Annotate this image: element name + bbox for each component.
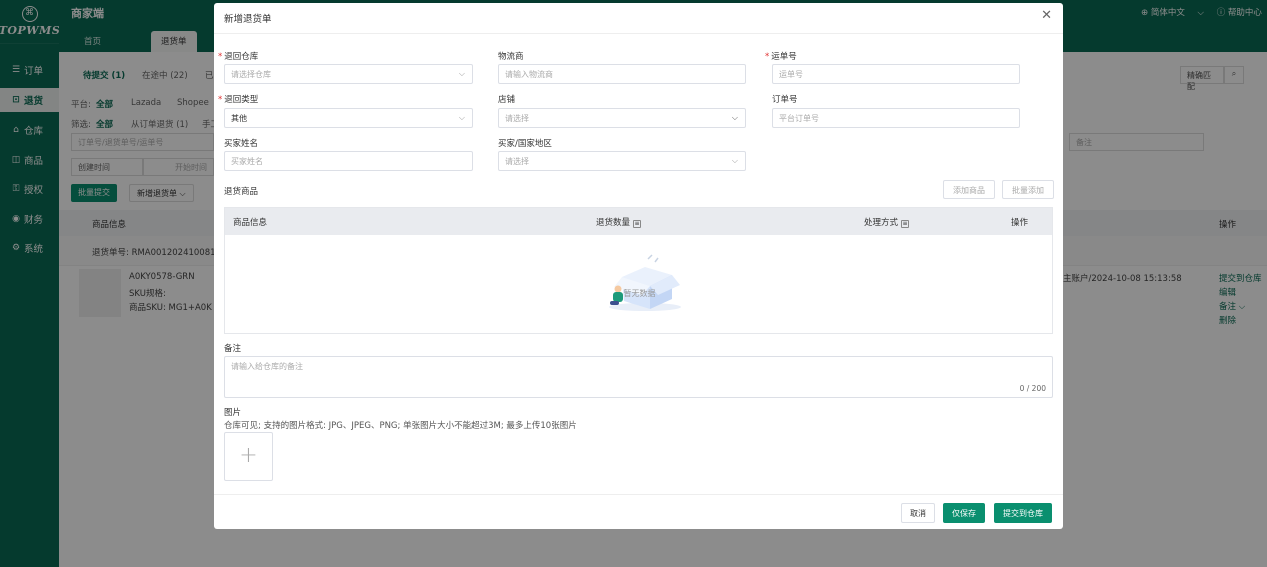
remark-label: 备注 <box>224 344 242 354</box>
close-icon[interactable]: ✕ <box>1041 9 1052 22</box>
tracking-no-label: * 运单号 <box>765 52 797 62</box>
add-product-button[interactable]: 添加商品 <box>943 180 995 199</box>
images-label: 图片 <box>224 408 242 418</box>
upload-plus-icon[interactable]: + <box>224 432 273 481</box>
return-type-select[interactable]: 其他 ⌵ <box>224 108 473 128</box>
chevron-down-icon: ⌵ <box>458 113 465 122</box>
batch-add-button[interactable]: 批量添加 <box>1002 180 1054 199</box>
empty-text: 暂无数据 <box>623 289 656 298</box>
col-handling: 处理方式 ≡ <box>864 218 910 228</box>
store-select[interactable]: 请选择 ⌵ <box>498 108 746 128</box>
images-hint: 仓库可见; 支持的图片格式: JPG、JPEG、PNG; 单张图片大小不能超过3… <box>224 421 577 431</box>
info-icon[interactable]: ≡ <box>633 220 642 228</box>
modal-header: 新增退货单 ✕ <box>214 3 1063 34</box>
footer-divider <box>214 494 1063 495</box>
order-no-input[interactable]: 平台订单号 <box>772 108 1020 128</box>
empty-box-icon <box>609 254 681 311</box>
return-warehouse-select[interactable]: 请选择仓库 ⌵ <box>224 64 473 84</box>
submit-to-warehouse-button[interactable]: 提交到仓库 <box>994 503 1052 523</box>
buyer-region-select[interactable]: 请选择 ⌵ <box>498 151 746 171</box>
buyer-name-label: 买家姓名 <box>224 139 259 149</box>
remark-textarea[interactable]: 请输入给仓库的备注 0 / 200 <box>224 356 1053 398</box>
tracking-no-input[interactable]: 运单号 <box>772 64 1020 84</box>
buyer-name-input[interactable]: 买家姓名 <box>224 151 473 171</box>
cancel-button[interactable]: 取消 <box>901 503 935 523</box>
chevron-down-icon: ⌵ <box>458 69 465 78</box>
chevron-down-icon: ⌵ <box>731 113 738 122</box>
order-no-label: 订单号 <box>772 95 798 105</box>
logistics-label: 物流商 <box>498 52 524 62</box>
info-icon[interactable]: ≡ <box>901 220 910 228</box>
col-actions: 操作 <box>1011 218 1029 228</box>
chevron-down-icon: ⌵ <box>731 156 738 165</box>
char-counter: 0 / 200 <box>1019 384 1046 393</box>
col-product-info: 商品信息 <box>233 218 268 228</box>
return-type-label: * 退回类型 <box>218 95 259 105</box>
return-goods-table-header: 商品信息 退货数量 ≡ 处理方式 ≡ 操作 <box>225 208 1052 235</box>
new-return-modal: 新增退货单 ✕ * 退回仓库 请选择仓库 ⌵ 物流商 请输入物流商 * 运单号 运单号… <box>214 3 1063 529</box>
modal-title: 新增退货单 <box>224 14 272 25</box>
return-warehouse-label: * 退回仓库 <box>218 52 259 62</box>
buyer-region-label: 买家/国家地区 <box>498 139 552 149</box>
save-only-button[interactable]: 仅保存 <box>943 503 985 523</box>
logistics-input[interactable]: 请输入物流商 <box>498 64 746 84</box>
return-goods-label: 退货商品 <box>224 187 259 197</box>
col-return-qty: 退货数量 ≡ <box>596 218 642 228</box>
return-goods-table: 商品信息 退货数量 ≡ 处理方式 ≡ 操作 暂无数据 <box>224 207 1053 334</box>
store-label: 店铺 <box>498 95 516 105</box>
